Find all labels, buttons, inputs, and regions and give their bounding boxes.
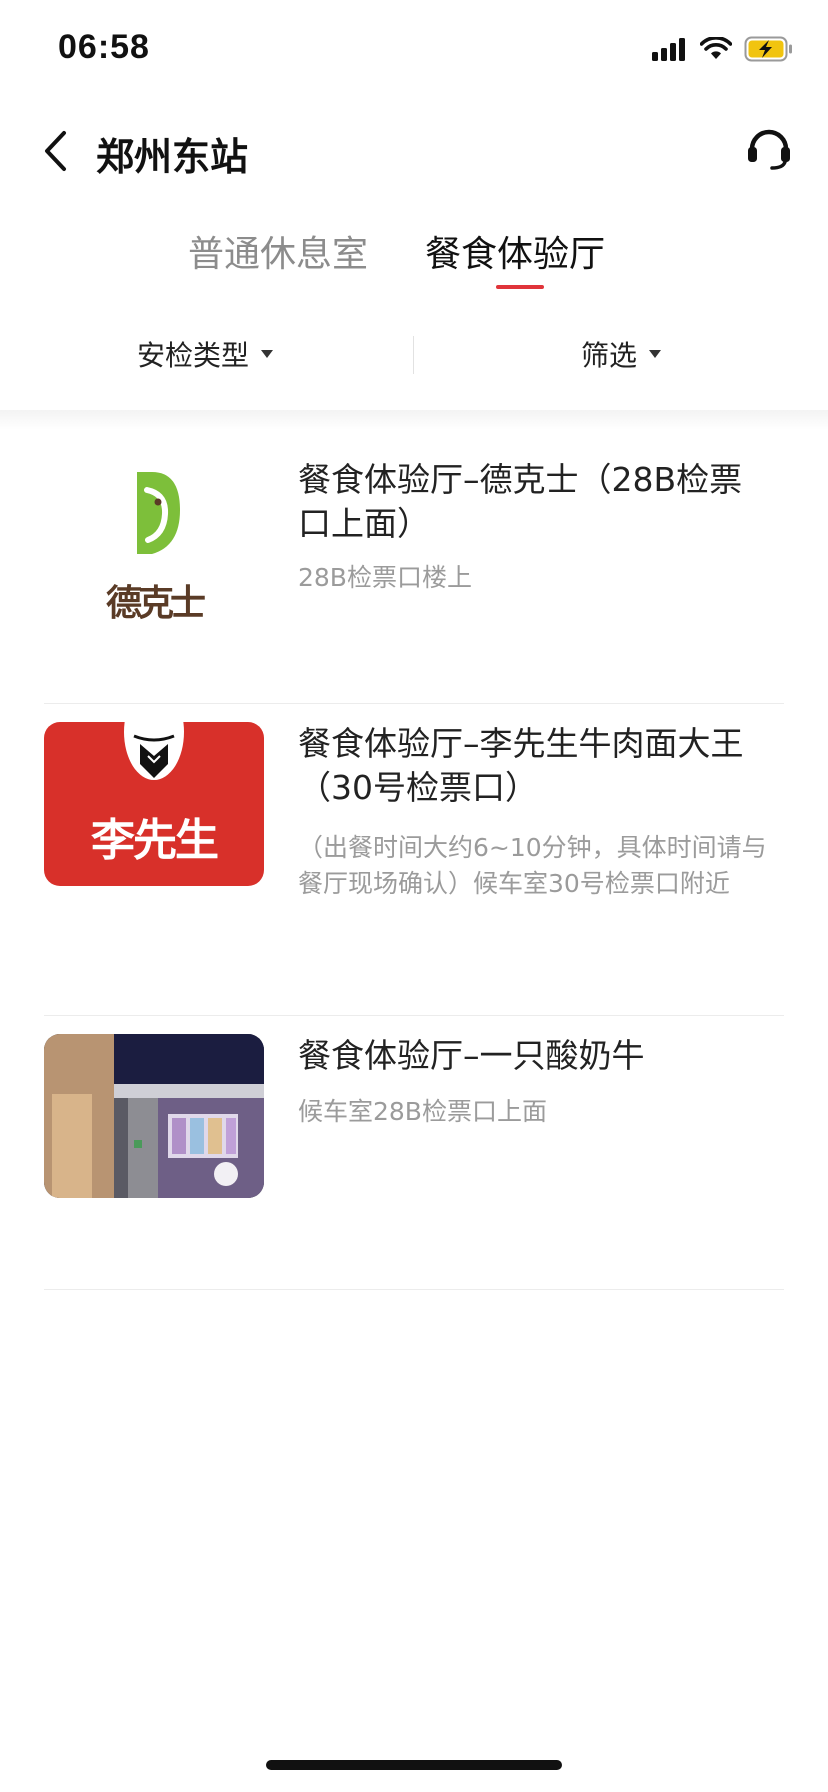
item-divider [44,703,784,704]
tab-dining-hall[interactable]: 餐食体验厅 [425,225,605,277]
item-title: 餐食体验厅–德克士（28B检票口上面） [298,460,743,543]
back-button[interactable] [32,124,78,178]
dicos-logo-text: 德克士 [105,583,206,622]
item-title: 餐食体验厅–李先生牛肉面大王（30号检票口） [298,724,744,807]
item-divider [44,1289,784,1290]
security-type-filter[interactable]: 安检类型 [137,334,274,374]
navigation-bar: 郑州东站 [0,96,828,206]
chevron-left-icon [45,131,66,171]
status-icons [652,34,794,64]
mr-lee-logo-text: 李先生 [91,815,219,866]
filter-bar: 安检类型 筛选 [0,320,828,396]
security-type-filter-label: 安检类型 [137,339,250,372]
wifi-icon [700,37,732,59]
item-description: （出餐时间大约6~10分钟，具体时间请与餐厅现场确认）候车室30号检票口附近 [298,833,767,898]
store-photo [44,1034,264,1198]
status-bar: 06:58 [0,0,828,96]
status-time: 06:58 [58,28,150,66]
cellular-signal-icon [652,38,685,61]
headset-icon [748,129,790,170]
item-description: 28B检票口楼上 [298,563,472,592]
item-title: 餐食体验厅–一只酸奶牛 [298,1036,645,1075]
header-shadow [0,410,828,430]
list-item[interactable]: 李先生 餐食体验厅–李先生牛肉面大王（30号检票口） （出餐时间大约6~10分钟… [44,722,784,1016]
list-item[interactable]: 餐食体验厅–一只酸奶牛 候车室28B检票口上面 [44,1034,784,1290]
dicos-logo: 德克士 [44,458,264,622]
mr-lee-logo: 李先生 [44,722,264,886]
tab-bar: 普通休息室 餐食体验厅 [0,215,828,295]
list-item[interactable]: 德克士 餐食体验厅–德克士（28B检票口上面） 28B检票口楼上 [44,458,784,704]
filter-dropdown-label: 筛选 [581,339,638,372]
caret-down-icon [649,350,662,358]
tab-regular-lounge[interactable]: 普通休息室 [188,225,368,277]
active-tab-indicator [496,285,544,289]
filter-dropdown[interactable]: 筛选 [581,334,662,374]
filter-divider [413,336,414,374]
item-divider [44,1015,784,1016]
page-title: 郑州东站 [96,135,249,179]
customer-service-button[interactable] [740,118,798,176]
home-indicator[interactable] [266,1760,562,1770]
battery-charging-icon [744,36,792,62]
item-description: 候车室28B检票口上面 [298,1097,547,1126]
caret-down-icon [261,350,274,358]
